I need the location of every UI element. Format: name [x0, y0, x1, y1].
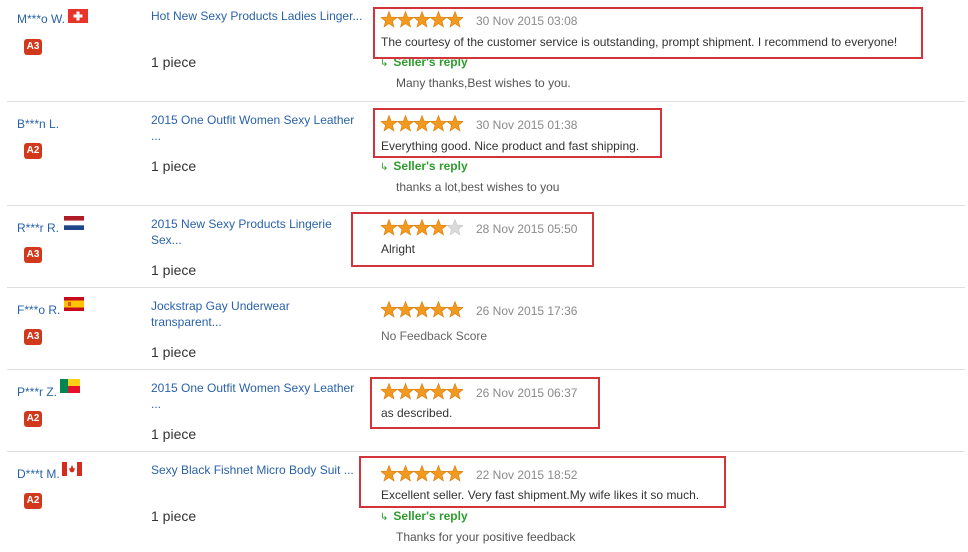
- quantity: 1 piece: [151, 262, 197, 278]
- seller-reply-text: Thanks for your positive feedback: [396, 530, 576, 544]
- quantity: 1 piece: [151, 426, 197, 442]
- seller-reply-label-text: Seller's reply: [393, 159, 468, 173]
- star-filled-icon: [381, 301, 398, 318]
- seller-reply-label-text: Seller's reply: [393, 509, 468, 523]
- buyer-level-badge: A3: [24, 329, 42, 345]
- buyer-name[interactable]: M***o W.: [17, 12, 65, 26]
- buyer-name[interactable]: D***t M.: [17, 467, 60, 481]
- star-filled-icon: [413, 301, 431, 318]
- buyer-level-badge: A2: [24, 493, 42, 509]
- buyer-level-badge: A2: [24, 411, 42, 427]
- reply-arrow-icon: ↳: [380, 162, 389, 173]
- flag-benin-icon: [60, 379, 80, 393]
- reply-arrow-icon: ↳: [380, 512, 389, 523]
- quantity: 1 piece: [151, 344, 197, 360]
- star-rating: [381, 301, 463, 318]
- star-filled-icon: [446, 301, 463, 318]
- highlight-box: [373, 108, 662, 158]
- flag-spain-icon: [64, 297, 84, 311]
- review-row: F***o R. A3 Jockstrap Gay Underwear tran…: [7, 288, 965, 370]
- buyer-name[interactable]: R***r R.: [17, 221, 59, 235]
- buyer-level-badge: A3: [24, 39, 42, 55]
- seller-reply-text: Many thanks,Best wishes to you.: [396, 76, 571, 90]
- product-link[interactable]: Jockstrap Gay Underwear transparent...: [151, 298, 363, 330]
- quantity: 1 piece: [151, 54, 197, 70]
- seller-reply-label[interactable]: ↳ Seller's reply: [380, 159, 468, 173]
- buyer-name[interactable]: F***o R.: [17, 303, 60, 317]
- buyer-name[interactable]: B***n L.: [17, 117, 59, 131]
- star-filled-icon: [429, 301, 448, 318]
- seller-reply-text: thanks a lot,best wishes to you: [396, 180, 560, 194]
- product-link[interactable]: 2015 One Outfit Women Sexy Leather ...: [151, 380, 363, 412]
- flag-canada-icon: [62, 462, 82, 476]
- flag-netherlands-icon: [64, 216, 84, 230]
- buyer-level-badge: A2: [24, 143, 42, 159]
- product-link[interactable]: 2015 One Outfit Women Sexy Leather ...: [151, 112, 363, 144]
- product-link[interactable]: Hot New Sexy Products Ladies Linger...: [151, 8, 363, 24]
- quantity: 1 piece: [151, 158, 197, 174]
- review-date: 26 Nov 2015 17:36: [476, 304, 578, 318]
- buyer-name[interactable]: P***r Z.: [17, 385, 57, 399]
- highlight-box: [351, 212, 594, 267]
- buyer-level-badge: A3: [24, 247, 42, 263]
- quantity: 1 piece: [151, 508, 197, 524]
- highlight-box: [370, 377, 600, 429]
- flag-switzerland-icon: [68, 9, 88, 23]
- highlight-box: [359, 456, 726, 508]
- seller-reply-label[interactable]: ↳ Seller's reply: [380, 509, 468, 523]
- star-filled-icon: [396, 301, 415, 318]
- review-comment: No Feedback Score: [381, 329, 488, 343]
- product-link[interactable]: Sexy Black Fishnet Micro Body Suit ...: [151, 462, 363, 478]
- reply-arrow-icon: ↳: [380, 58, 389, 69]
- highlight-box: [373, 7, 923, 59]
- product-link[interactable]: 2015 New Sexy Products Lingerie Sex...: [151, 216, 363, 248]
